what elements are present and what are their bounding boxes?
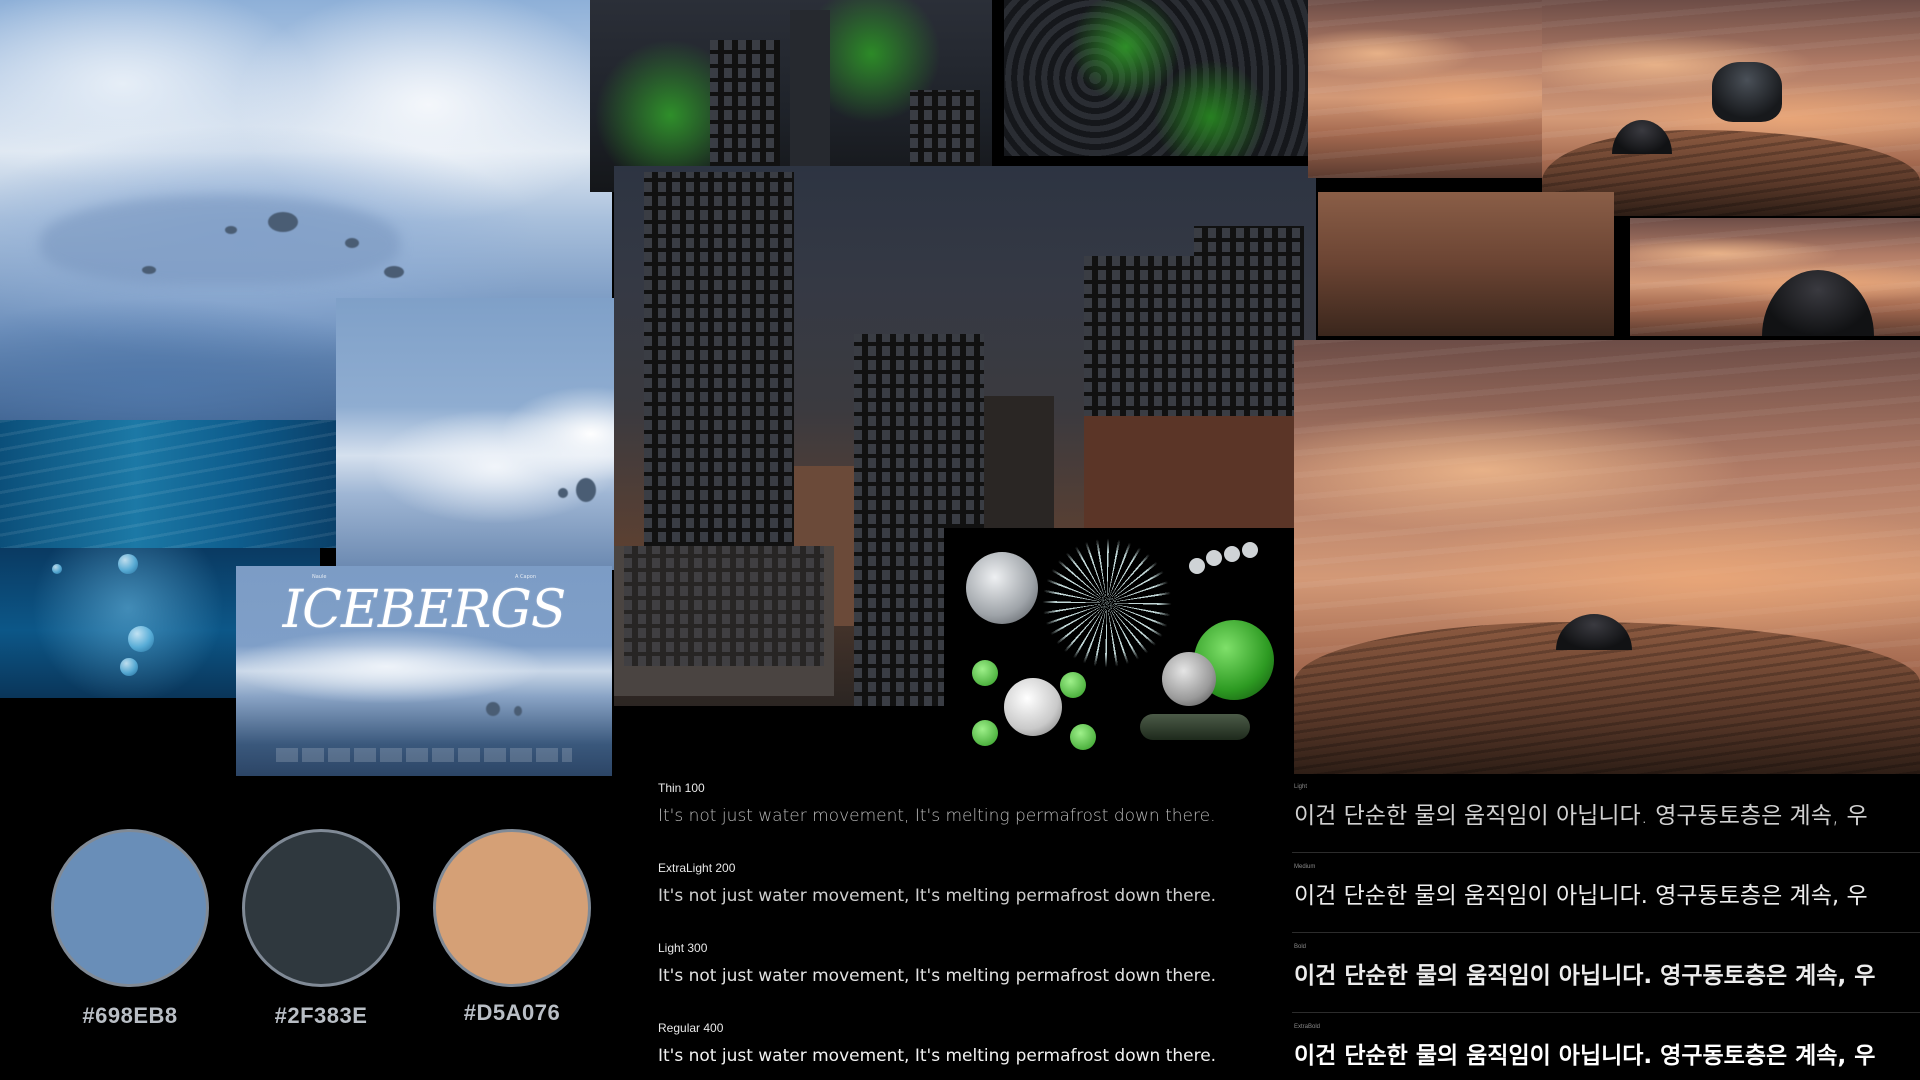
kr-sample: 이건 단순한 물의 움직임이 아닙니다. 영구동토층은 계속, 우 [1294,883,1868,909]
sunset-dome-landscape-image [1294,340,1920,774]
starburst [1042,538,1172,668]
specimen-weight-label: Light 300 [658,941,708,955]
specimen-sample: It's not just water movement, It's melti… [658,966,1217,986]
color-swatch-charcoal [242,829,400,987]
specimen-sample: It's not just water movement, It's melti… [658,806,1216,826]
robot-on-terrain-image [1542,0,1920,216]
color-swatch-blue [51,829,209,987]
icebergs-poster: Naule A Capon ICEBERGS [236,566,612,776]
virus-debris-image [1004,0,1308,156]
specimen-weight-label: Thin 100 [658,781,705,795]
swatch-hex-blue: #698EB8 [82,1003,178,1028]
specimen-sample: It's not just water movement, It's melti… [658,886,1217,906]
kr-weight-label: Medium [1294,864,1316,870]
kr-weight-label: Bold [1294,944,1307,950]
dome-horizon-image [1630,218,1920,336]
kr-sample: 이건 단순한 물의 움직임이 아닙니다. 영구동토층은 계속, 우 [1294,1043,1876,1069]
iceberg-reflection-image [336,298,654,570]
korean-font-specimens: Light 이건 단순한 물의 움직임이 아닙니다. 영구동토층은 계속, 우 … [1292,776,1920,1080]
kr-weight-label: Light [1294,784,1308,790]
kr-weight-label: ExtraBold [1294,1024,1321,1030]
specimen-weight-label: Regular 400 [658,1021,724,1035]
kr-sample: 이건 단순한 물의 움직임이 아닙니다. 영구동토층은 계속, 우 [1294,803,1868,829]
dark-city-virus-image [590,0,992,192]
latin-font-specimens: Thin 100 It's not just water movement, I… [658,778,1292,1080]
specimen-sample: It's not just water movement, It's melti… [658,1046,1217,1066]
robot-figure [1712,62,1782,122]
kr-sample: 이건 단순한 물의 움직임이 아닙니다. 영구동토층은 계속, 우 [1294,963,1876,989]
swatch-hex-charcoal: #2F383E [274,1003,368,1028]
water-surface-image [0,420,340,548]
swatch-hex-peach: #D5A076 [463,1000,561,1025]
molecule-center [1004,678,1062,736]
sunset-clouds-image [1308,0,1542,178]
color-swatch-peach [433,829,591,987]
specimen-weight-label: ExtraLight 200 [658,861,736,875]
moon-sphere [966,552,1038,624]
poster-body-text [276,748,572,762]
3d-objects-panel [944,528,1294,766]
poster-title: ICEBERGS [282,580,567,640]
virus-grey [1162,652,1216,706]
rocky-terrain-image [1318,192,1614,336]
capsule-pills [1140,714,1250,740]
